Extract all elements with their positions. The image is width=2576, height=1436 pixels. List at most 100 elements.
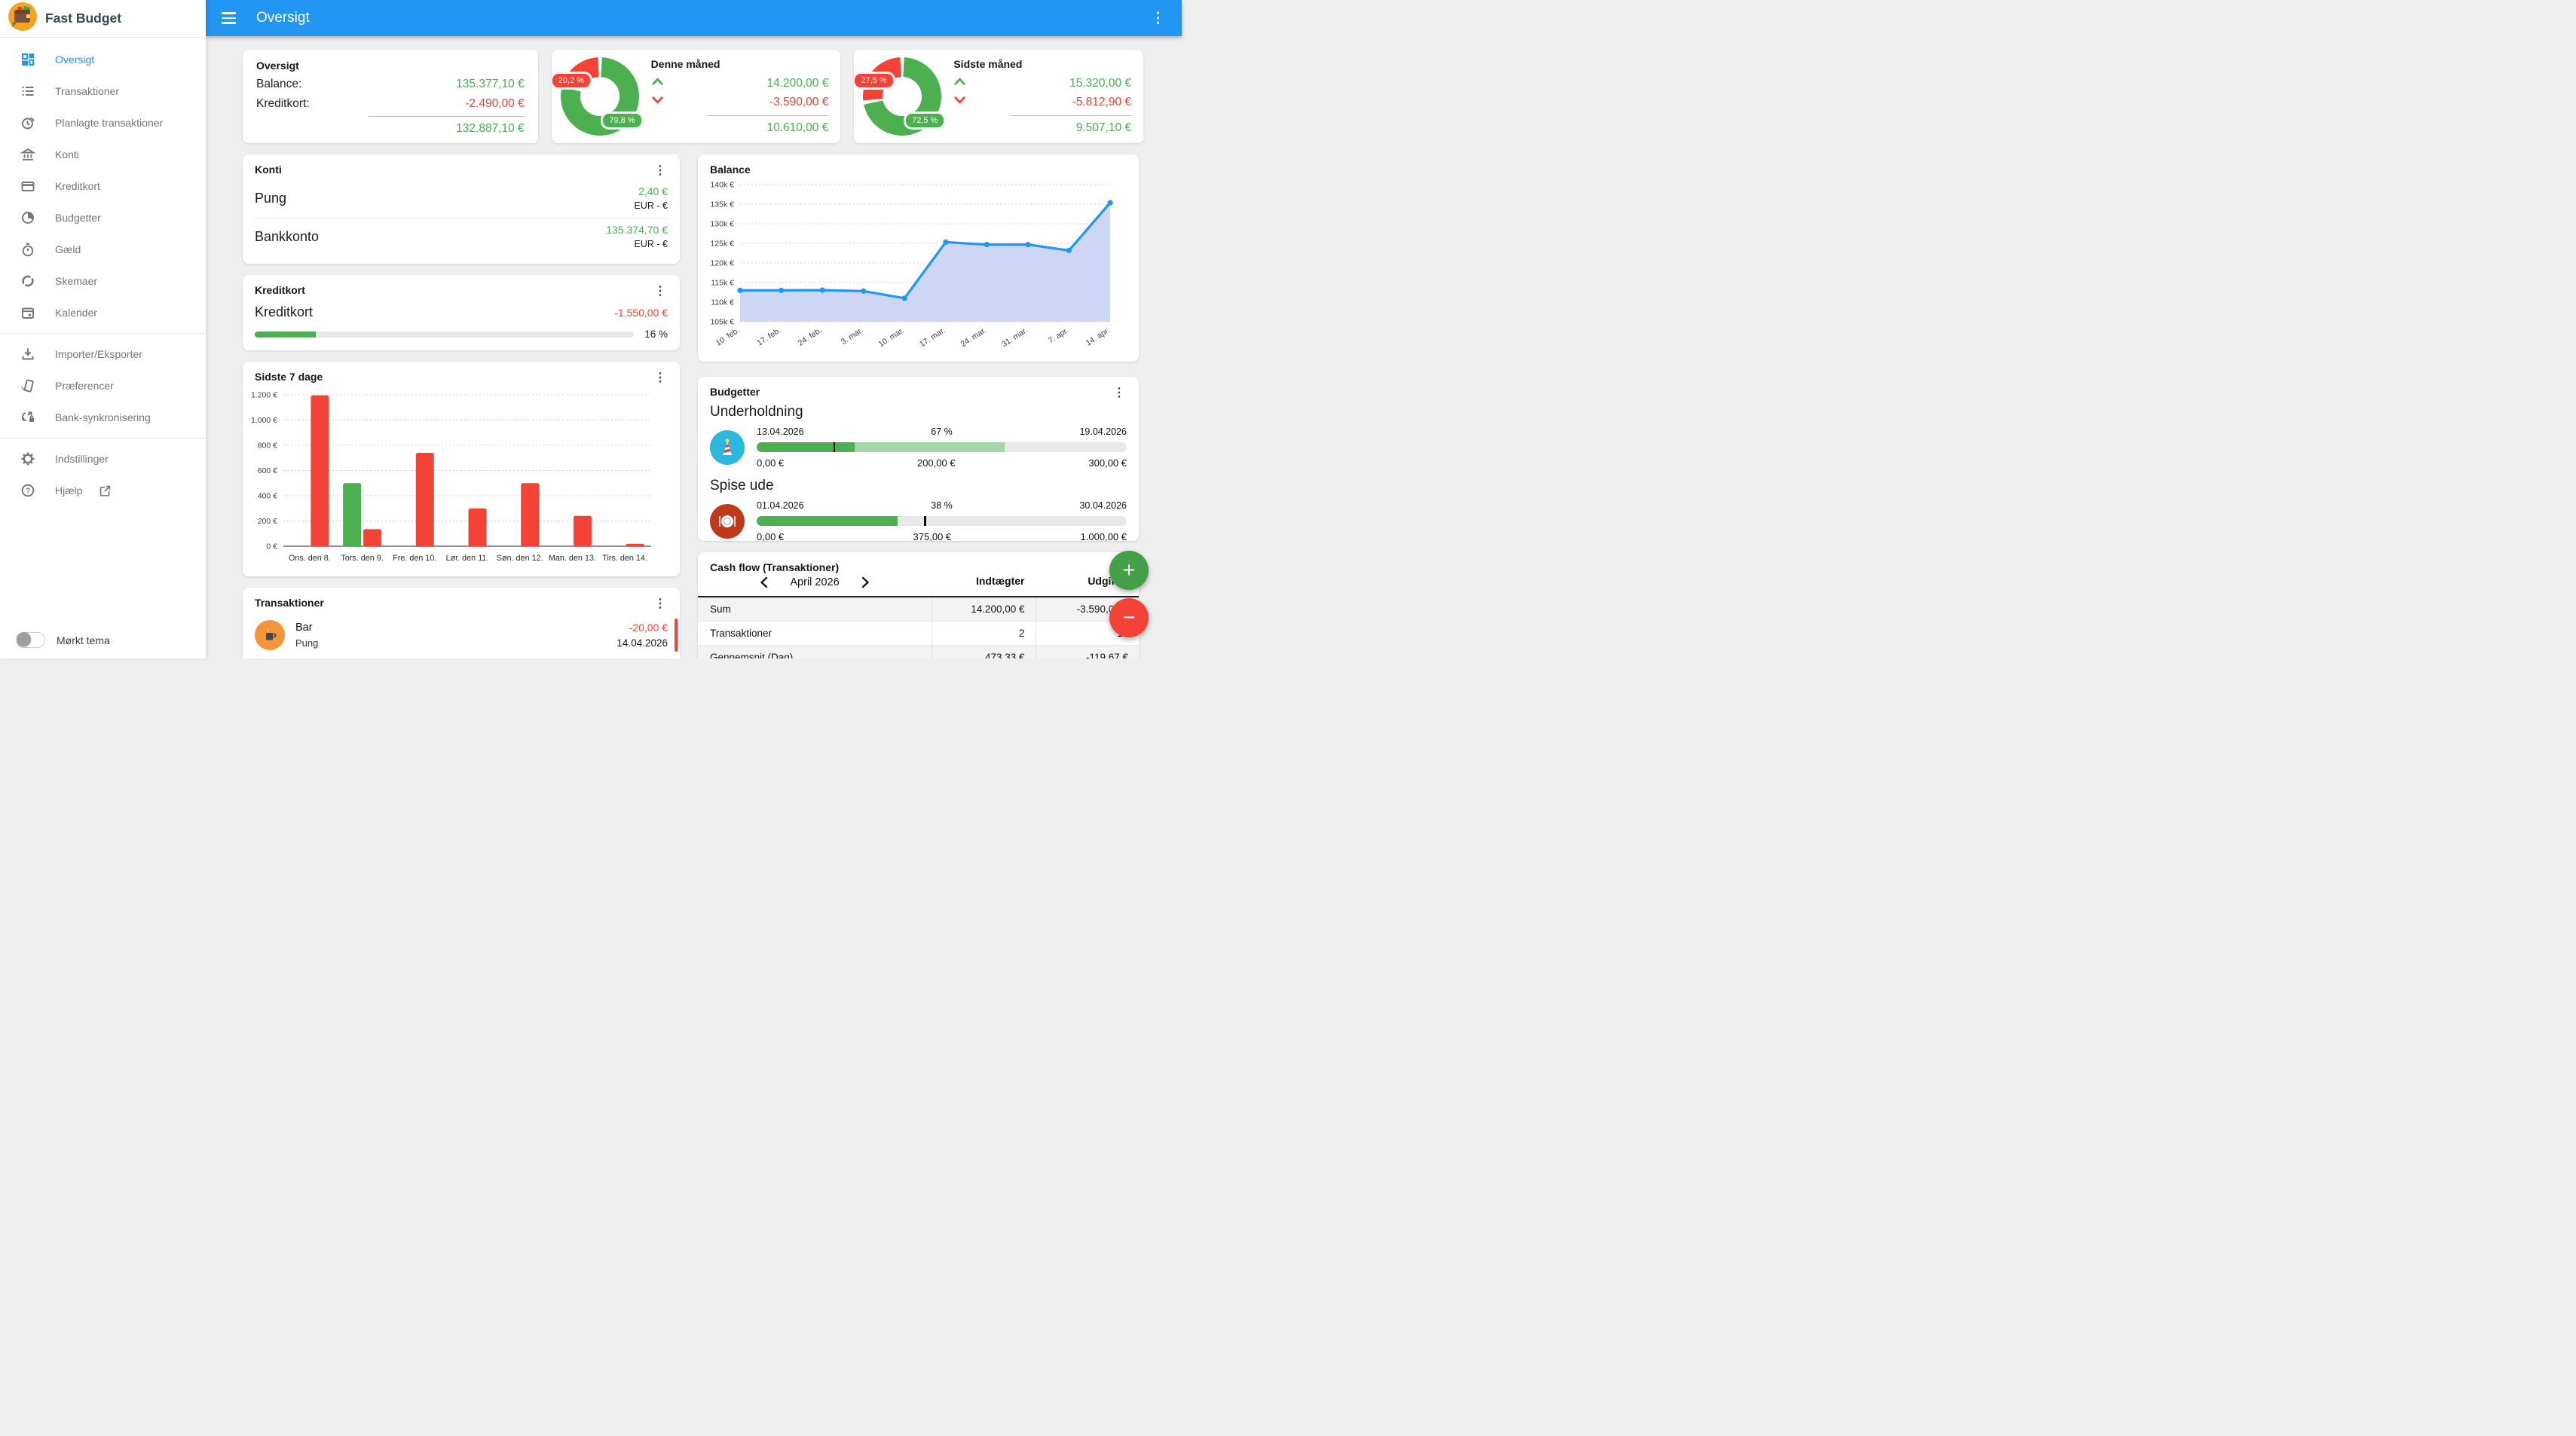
card-menu-icon[interactable] xyxy=(1110,386,1128,401)
card-title: Transaktioner xyxy=(255,597,324,609)
svg-text:Tors. den 9.: Tors. den 9. xyxy=(341,554,383,563)
creditcard-label: Kreditkort: xyxy=(256,97,310,111)
sidebar-item-konti[interactable]: Konti xyxy=(0,139,206,170)
chevron-down-icon xyxy=(953,95,966,109)
sidebar-item-indstillinger[interactable]: Indstillinger xyxy=(0,443,206,475)
chevron-down-icon xyxy=(651,95,664,109)
help-icon: ? xyxy=(19,483,37,498)
total-divider xyxy=(708,115,828,116)
party-hat-icon xyxy=(710,430,745,465)
creditcard-row[interactable]: Kreditkort -1.550,00 € xyxy=(243,301,680,320)
budget-end-date: 30.04.2026 xyxy=(1079,500,1127,511)
dark-theme-label: Mørkt tema xyxy=(57,634,110,646)
svg-text:105k €: 105k € xyxy=(710,318,734,327)
sidebar-item-transaktioner[interactable]: Transaktioner xyxy=(0,75,206,107)
row-label: Sum xyxy=(698,597,932,621)
plus-icon: + xyxy=(1123,560,1136,582)
account-row[interactable]: Pung 2,40 € EUR - € xyxy=(243,180,680,218)
import-export-icon xyxy=(19,347,37,362)
budget-progress-projected xyxy=(855,442,1005,452)
card-menu-icon[interactable] xyxy=(651,163,669,179)
card-title: Denne måned xyxy=(651,58,829,70)
account-row[interactable]: Bankkonto 135.374,70 € EUR - € xyxy=(243,218,680,256)
sidebar-item-budgetter[interactable]: Budgetter xyxy=(0,202,206,234)
topbar: Oversigt xyxy=(206,0,1182,36)
card-menu-icon[interactable] xyxy=(651,284,669,299)
transaction-row[interactable] xyxy=(243,657,680,658)
sidebar-item-skemaer[interactable]: Skemaer xyxy=(0,265,206,297)
dark-theme-toggle[interactable] xyxy=(17,632,45,648)
sidebar-item-label: Hjælp xyxy=(55,484,83,496)
svg-text:7. apr.: 7. apr. xyxy=(1047,325,1070,345)
budget-row[interactable]: Spise ude 01.04.2026 38 % xyxy=(698,478,1139,541)
card-title: Sidste måned xyxy=(953,58,1131,70)
row-income: 2 xyxy=(932,622,1035,645)
svg-text:130k €: 130k € xyxy=(710,220,734,229)
sidebar-item-hjaelp[interactable]: ? Hjælp xyxy=(0,475,206,506)
svg-text:24. feb.: 24. feb. xyxy=(797,325,824,347)
budget-limit: 1.000,00 € xyxy=(1081,531,1127,541)
sidebar-nav: Oversigt Transaktioner Planlagte transak… xyxy=(0,38,206,506)
sidebar-item-importer-eksporter[interactable]: Importer/Eksporter xyxy=(0,338,206,370)
svg-text:1.000 €: 1.000 € xyxy=(251,416,277,425)
sidebar-item-gaeld[interactable]: Gæld xyxy=(0,234,206,265)
topbar-overflow-menu-icon[interactable] xyxy=(1145,7,1171,30)
svg-text:?: ? xyxy=(26,487,30,496)
budget-today-marker xyxy=(924,516,926,526)
svg-text:0 €: 0 € xyxy=(266,542,277,551)
list-icon xyxy=(19,84,37,99)
brand-header: Fast Budget xyxy=(0,0,206,38)
creditcard-value: -2.490,00 € xyxy=(465,97,524,111)
sidebar-item-label: Præferencer xyxy=(55,380,114,392)
svg-text:24. mar.: 24. mar. xyxy=(959,325,988,349)
last7days-bar-chart: 0 €200 €400 €600 €800 €1.000 €1.200 €Ons… xyxy=(247,387,660,570)
sidebar-item-kreditkort[interactable]: Kreditkort xyxy=(0,170,206,202)
pie-chart-icon xyxy=(19,210,37,225)
svg-text:800 €: 800 € xyxy=(258,441,277,451)
progress-fill xyxy=(255,332,316,338)
previous-month-icon[interactable] xyxy=(759,576,769,588)
budget-name: Spise ude xyxy=(710,478,1127,494)
account-value: 2,40 € xyxy=(635,185,668,197)
budget-row[interactable]: Underholdning 13.04 xyxy=(698,404,1139,476)
sidebar-item-kalender[interactable]: Kalender xyxy=(0,297,206,328)
chevron-up-icon xyxy=(953,76,966,90)
transaction-type-indicator xyxy=(675,619,678,652)
svg-text:140k €: 140k € xyxy=(710,181,734,190)
sidebar-item-bank-synkronisering[interactable]: Bank-synkronisering xyxy=(0,402,206,433)
add-transaction-button[interactable]: + xyxy=(1109,551,1149,590)
budget-name: Underholdning xyxy=(710,404,1127,420)
sidebar-item-label: Indstillinger xyxy=(55,453,109,465)
overview-total: 132.887,10 € xyxy=(256,122,525,136)
budget-start-date: 01.04.2026 xyxy=(757,500,804,511)
svg-text:14. apr.: 14. apr. xyxy=(1085,325,1112,347)
svg-text:110k €: 110k € xyxy=(711,298,734,307)
last7days-card: Sidste 7 dage 0 €200 €400 €600 €800 €1.0… xyxy=(243,362,680,576)
sidebar-item-oversigt[interactable]: Oversigt xyxy=(0,44,206,75)
card-menu-icon[interactable] xyxy=(651,597,669,612)
budget-start-date: 13.04.2026 xyxy=(757,426,804,437)
chevron-up-icon xyxy=(651,76,664,90)
svg-text:17. feb.: 17. feb. xyxy=(755,325,782,347)
card-title: Sidste 7 dage xyxy=(255,371,323,383)
transaction-date: 14.04.2026 xyxy=(616,637,668,649)
sidebar-item-praeferencer[interactable]: Præferencer xyxy=(0,370,206,402)
month-expenses: -5.812,90 € xyxy=(1072,96,1131,109)
sidebar-item-label: Bank-synkronisering xyxy=(55,411,151,423)
loop-icon xyxy=(19,273,37,289)
cashflow-header: April 2026 Indtægter Udgifter xyxy=(698,573,1139,597)
add-expense-button[interactable]: − xyxy=(1109,598,1149,637)
transaction-amount: -20,00 € xyxy=(616,622,668,634)
cashflow-card: Cash flow (Transaktioner) April 2026 Ind… xyxy=(698,552,1139,658)
transaction-row[interactable]: Bar Pung -20,00 € 14.04.2026 xyxy=(243,613,680,657)
main-content: Oversigt Balance: 135.377,10 € Kreditkor… xyxy=(206,36,1182,658)
card-menu-icon[interactable] xyxy=(651,371,669,386)
month-expenses: -3.590,00 € xyxy=(769,96,828,109)
budget-percent: 38 % xyxy=(804,500,1080,511)
next-month-icon[interactable] xyxy=(861,576,870,588)
budget-today-marker xyxy=(834,442,836,452)
svg-text:125k €: 125k € xyxy=(710,240,734,249)
sidebar-item-planlagte-transaktioner[interactable]: Planlagte transaktioner xyxy=(0,107,206,139)
menu-hamburger-icon[interactable] xyxy=(222,12,236,23)
page-title: Oversigt xyxy=(256,10,310,26)
